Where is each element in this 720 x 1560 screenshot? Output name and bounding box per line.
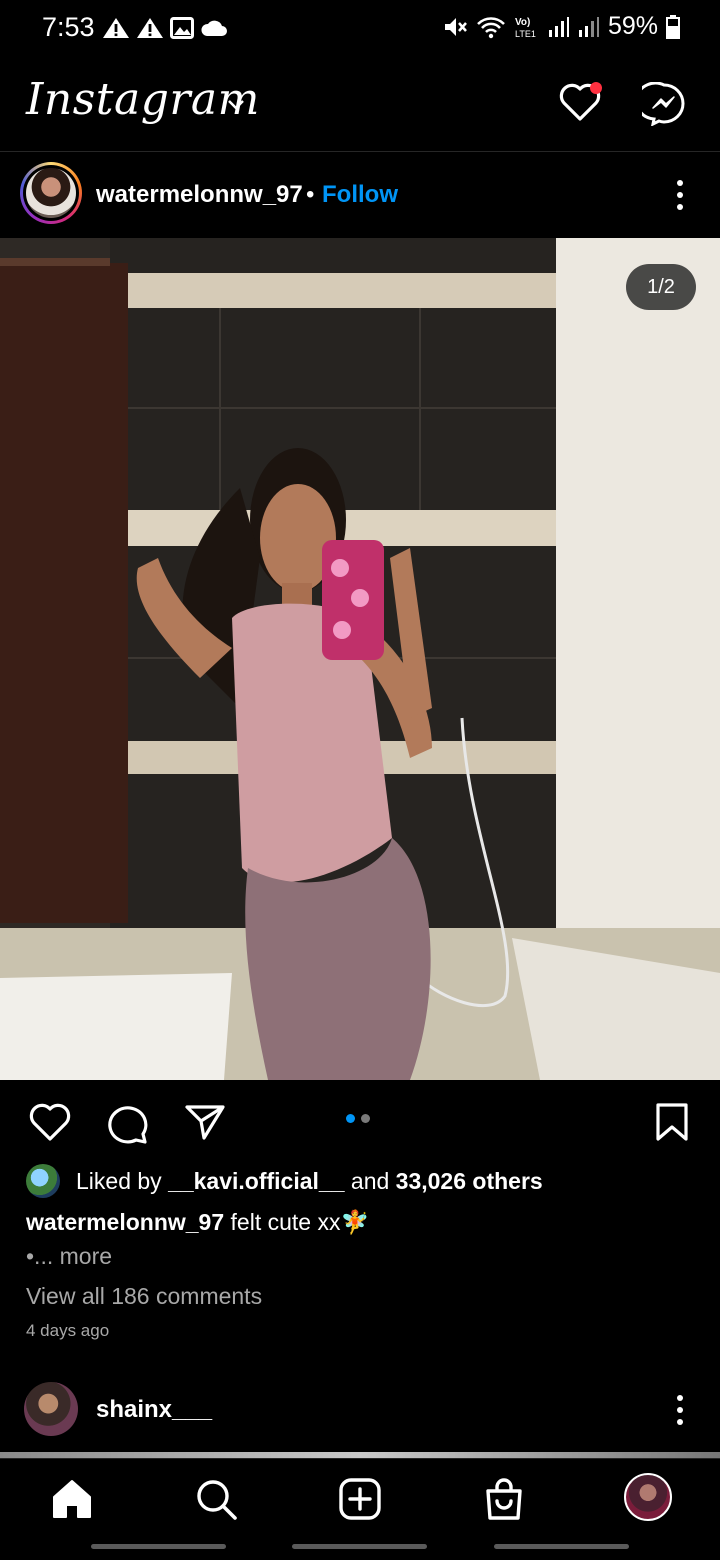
warning-icon (137, 18, 163, 38)
view-comments-link[interactable]: View all 186 comments (26, 1283, 262, 1310)
post-actions (0, 1080, 720, 1160)
profile-avatar[interactable] (624, 1473, 672, 1521)
status-time: 7:53 (42, 12, 95, 42)
next-post-avatar[interactable] (24, 1382, 78, 1436)
like-heart-icon[interactable] (28, 1102, 72, 1142)
carousel-dots (346, 1114, 370, 1123)
avatar[interactable] (20, 162, 82, 224)
caption-username[interactable]: watermelonnw_97 (26, 1209, 224, 1235)
chevron-down-icon[interactable] (226, 98, 246, 112)
more-options-icon[interactable] (670, 178, 690, 212)
warning-icon (103, 18, 129, 38)
gesture-bar (292, 1544, 427, 1549)
liked-by-user[interactable]: __kavi.official__ (168, 1168, 344, 1194)
messenger-icon[interactable] (642, 82, 686, 126)
battery-icon (666, 14, 680, 39)
status-bar: 7:53 Vo) LTE1 59% (0, 0, 720, 56)
wifi-icon (477, 16, 505, 38)
caption-text: felt cute xx🧚 (224, 1209, 370, 1235)
liked-by-prefix: Liked by (76, 1167, 169, 1194)
save-bookmark-icon[interactable] (654, 1102, 690, 1142)
caption: watermelonnw_97 felt cute xx🧚 (26, 1209, 369, 1236)
mute-icon (444, 17, 467, 36)
create-icon[interactable] (338, 1477, 382, 1521)
instagram-logo[interactable]: Instagram (26, 74, 260, 125)
svg-text:LTE1: LTE1 (515, 29, 536, 39)
caption-more-link[interactable]: •... more (26, 1243, 112, 1270)
signal-icon (578, 16, 599, 37)
home-icon[interactable] (50, 1477, 94, 1521)
comment-icon[interactable] (106, 1102, 150, 1144)
likes-text[interactable]: Liked by __kavi.official__ and 33,026 ot… (76, 1168, 543, 1195)
carousel-dot-active (346, 1114, 355, 1123)
separator-dot: • (306, 181, 315, 208)
post-username[interactable]: watermelonnw_97 (96, 181, 303, 209)
status-left-icons (102, 16, 228, 40)
svg-text:Vo): Vo) (515, 17, 530, 28)
carousel-dot (361, 1114, 370, 1123)
carousel-counter: 1/2 (626, 264, 696, 310)
gesture-bar (494, 1544, 629, 1549)
signal-icon (548, 16, 569, 37)
shop-icon[interactable] (482, 1477, 526, 1521)
liked-by-others[interactable]: 33,026 others (396, 1168, 543, 1194)
post-timestamp: 4 days ago (26, 1321, 110, 1340)
post-header: watermelonnw_97 • Follow (0, 153, 720, 238)
search-icon[interactable] (194, 1477, 238, 1521)
app-header: Instagram (0, 56, 720, 152)
share-icon[interactable] (184, 1102, 226, 1142)
gesture-bar (91, 1544, 226, 1549)
volte-icon: Vo)LTE1 (515, 17, 536, 39)
liker-avatar[interactable] (26, 1164, 60, 1198)
notification-dot (590, 82, 602, 94)
next-post-username[interactable]: shainx___ (96, 1396, 212, 1424)
post-image[interactable] (0, 238, 720, 1080)
follow-button[interactable]: Follow (322, 181, 398, 209)
battery-percent: 59% (607, 12, 658, 40)
more-options-icon[interactable] (670, 1393, 690, 1427)
image-icon (170, 17, 194, 39)
status-right: Vo) LTE1 59% (442, 12, 680, 41)
cloud-icon (201, 20, 227, 36)
likes-row[interactable]: Liked by __kavi.official__ and 33,026 ot… (26, 1164, 543, 1198)
liked-by-and: and (344, 1167, 396, 1194)
